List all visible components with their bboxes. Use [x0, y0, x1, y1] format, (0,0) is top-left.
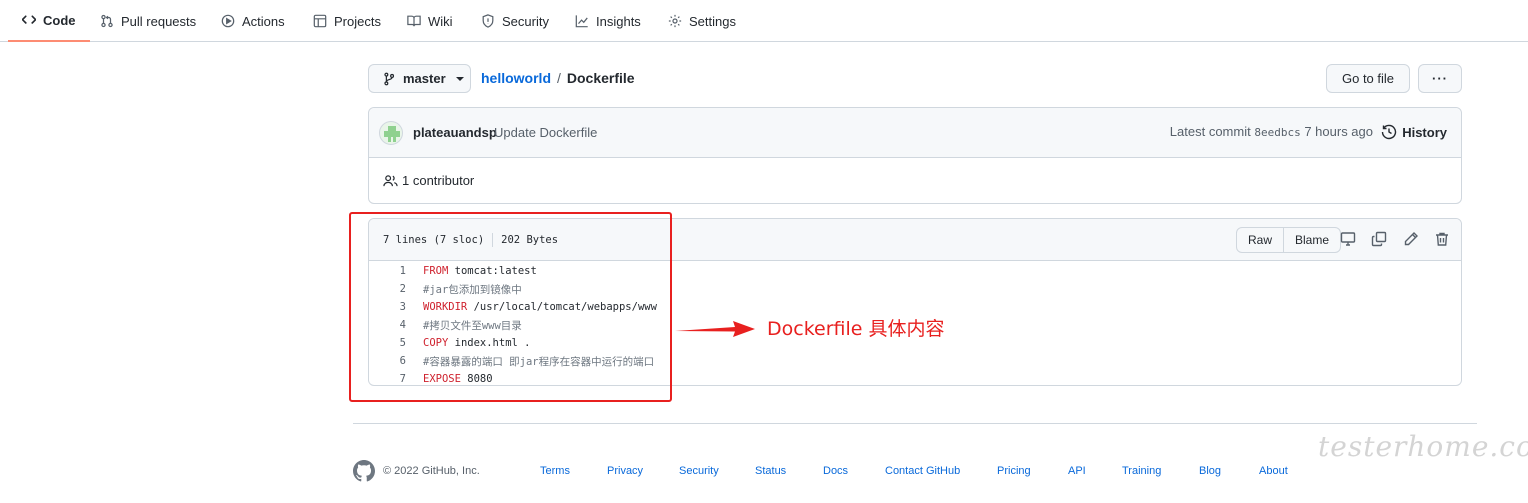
footer-link-docs[interactable]: Docs: [823, 465, 848, 477]
branch-name: master: [403, 71, 446, 86]
footer-link-about[interactable]: About: [1259, 465, 1288, 477]
graph-icon: [575, 15, 588, 28]
footer-copyright: © 2022 GitHub, Inc.: [383, 465, 480, 477]
tab-label: Insights: [596, 13, 641, 29]
blame-button[interactable]: Blame: [1283, 228, 1340, 252]
desktop-icon[interactable]: [1340, 231, 1356, 247]
go-to-file-label: Go to file: [1341, 71, 1395, 86]
footer-link-terms[interactable]: Terms: [540, 465, 570, 477]
footer-link-security[interactable]: Security: [679, 465, 719, 477]
tab-label: Security: [502, 13, 549, 29]
commit-author-link[interactable]: plateauandsp: [413, 125, 497, 140]
table-icon: [313, 14, 327, 28]
footer-link-privacy[interactable]: Privacy: [607, 465, 643, 477]
tab-label: Settings: [689, 13, 736, 29]
commit-meta: Latest commit 8eedbcs 7 hours ago: [1170, 124, 1373, 139]
annotation-highlight-box: [349, 212, 672, 402]
raw-blame-group: Raw Blame: [1236, 227, 1342, 253]
commit-sha-link[interactable]: 8eedbcs: [1254, 126, 1300, 139]
identicon-icon: [384, 126, 400, 142]
chevron-down-icon: [455, 76, 464, 81]
breadcrumb-separator: /: [557, 70, 561, 86]
tab-insights[interactable]: Insights: [575, 0, 641, 42]
watermark: testerhome.com: [1318, 430, 1528, 463]
contributors-label: 1 contributor: [402, 173, 475, 188]
breadcrumb: helloworld / Dockerfile: [481, 70, 635, 86]
footer-link-status[interactable]: Status: [755, 465, 786, 477]
footer-link-blog[interactable]: Blog: [1199, 465, 1221, 477]
pencil-icon[interactable]: [1403, 231, 1419, 247]
tab-security[interactable]: Security: [481, 0, 549, 42]
tab-label: Pull requests: [121, 13, 197, 29]
latest-commit-label: Latest commit: [1169, 124, 1251, 139]
book-icon: [407, 15, 421, 27]
tab-label: Actions: [242, 13, 285, 29]
annotation-arrow-icon: [675, 321, 755, 337]
tab-label: Code: [43, 12, 76, 28]
tab-code[interactable]: Code: [8, 0, 90, 42]
github-logo-icon[interactable]: [353, 460, 375, 482]
footer-divider: [353, 423, 1477, 424]
branch-select-button[interactable]: master: [368, 64, 471, 93]
people-icon: [383, 174, 398, 186]
tab-settings[interactable]: Settings: [668, 0, 736, 42]
latest-commit-box: plateauandsp Update Dockerfile Latest co…: [368, 107, 1462, 204]
tab-label: Projects: [334, 13, 381, 29]
commit-header: plateauandsp Update Dockerfile Latest co…: [369, 108, 1461, 158]
trash-icon[interactable]: [1434, 231, 1450, 247]
tab-pull-requests[interactable]: Pull requests: [100, 0, 196, 42]
annotation-text: Dockerfile 具体内容: [767, 318, 945, 340]
history-link[interactable]: History: [1381, 124, 1447, 140]
go-to-file-button[interactable]: Go to file: [1326, 64, 1410, 93]
branch-icon: [384, 72, 395, 85]
tab-actions[interactable]: Actions: [221, 0, 285, 42]
avatar[interactable]: [379, 121, 403, 145]
repo-nav: Code Pull requests Actions Projects Wiki…: [0, 0, 1528, 42]
footer-link-pricing[interactable]: Pricing: [997, 465, 1031, 477]
raw-button[interactable]: Raw: [1237, 228, 1283, 252]
history-label: History: [1402, 124, 1447, 140]
footer-link-training[interactable]: Training: [1122, 465, 1161, 477]
tab-projects[interactable]: Projects: [313, 0, 381, 42]
pull-request-icon: [101, 14, 113, 28]
footer-link-api[interactable]: API: [1068, 465, 1086, 477]
footer-link-contact[interactable]: Contact GitHub: [885, 465, 960, 477]
breadcrumb-file-name: Dockerfile: [566, 70, 635, 86]
shield-icon: [482, 14, 494, 28]
copy-icon[interactable]: [1371, 231, 1387, 247]
tab-wiki[interactable]: Wiki: [407, 0, 453, 42]
kebab-icon: ···: [1432, 71, 1448, 86]
gear-icon: [668, 14, 682, 28]
history-icon: [1382, 124, 1397, 140]
commit-message-link[interactable]: Update Dockerfile: [494, 125, 597, 140]
commit-time: 7 hours ago: [1304, 124, 1373, 139]
tab-label: Wiki: [428, 13, 453, 29]
breadcrumb-repo-link[interactable]: helloworld: [481, 70, 551, 86]
code-icon: [22, 15, 36, 24]
play-icon: [221, 14, 235, 28]
more-options-button[interactable]: ···: [1418, 64, 1462, 93]
contributors-link[interactable]: 1 contributor: [383, 173, 474, 188]
